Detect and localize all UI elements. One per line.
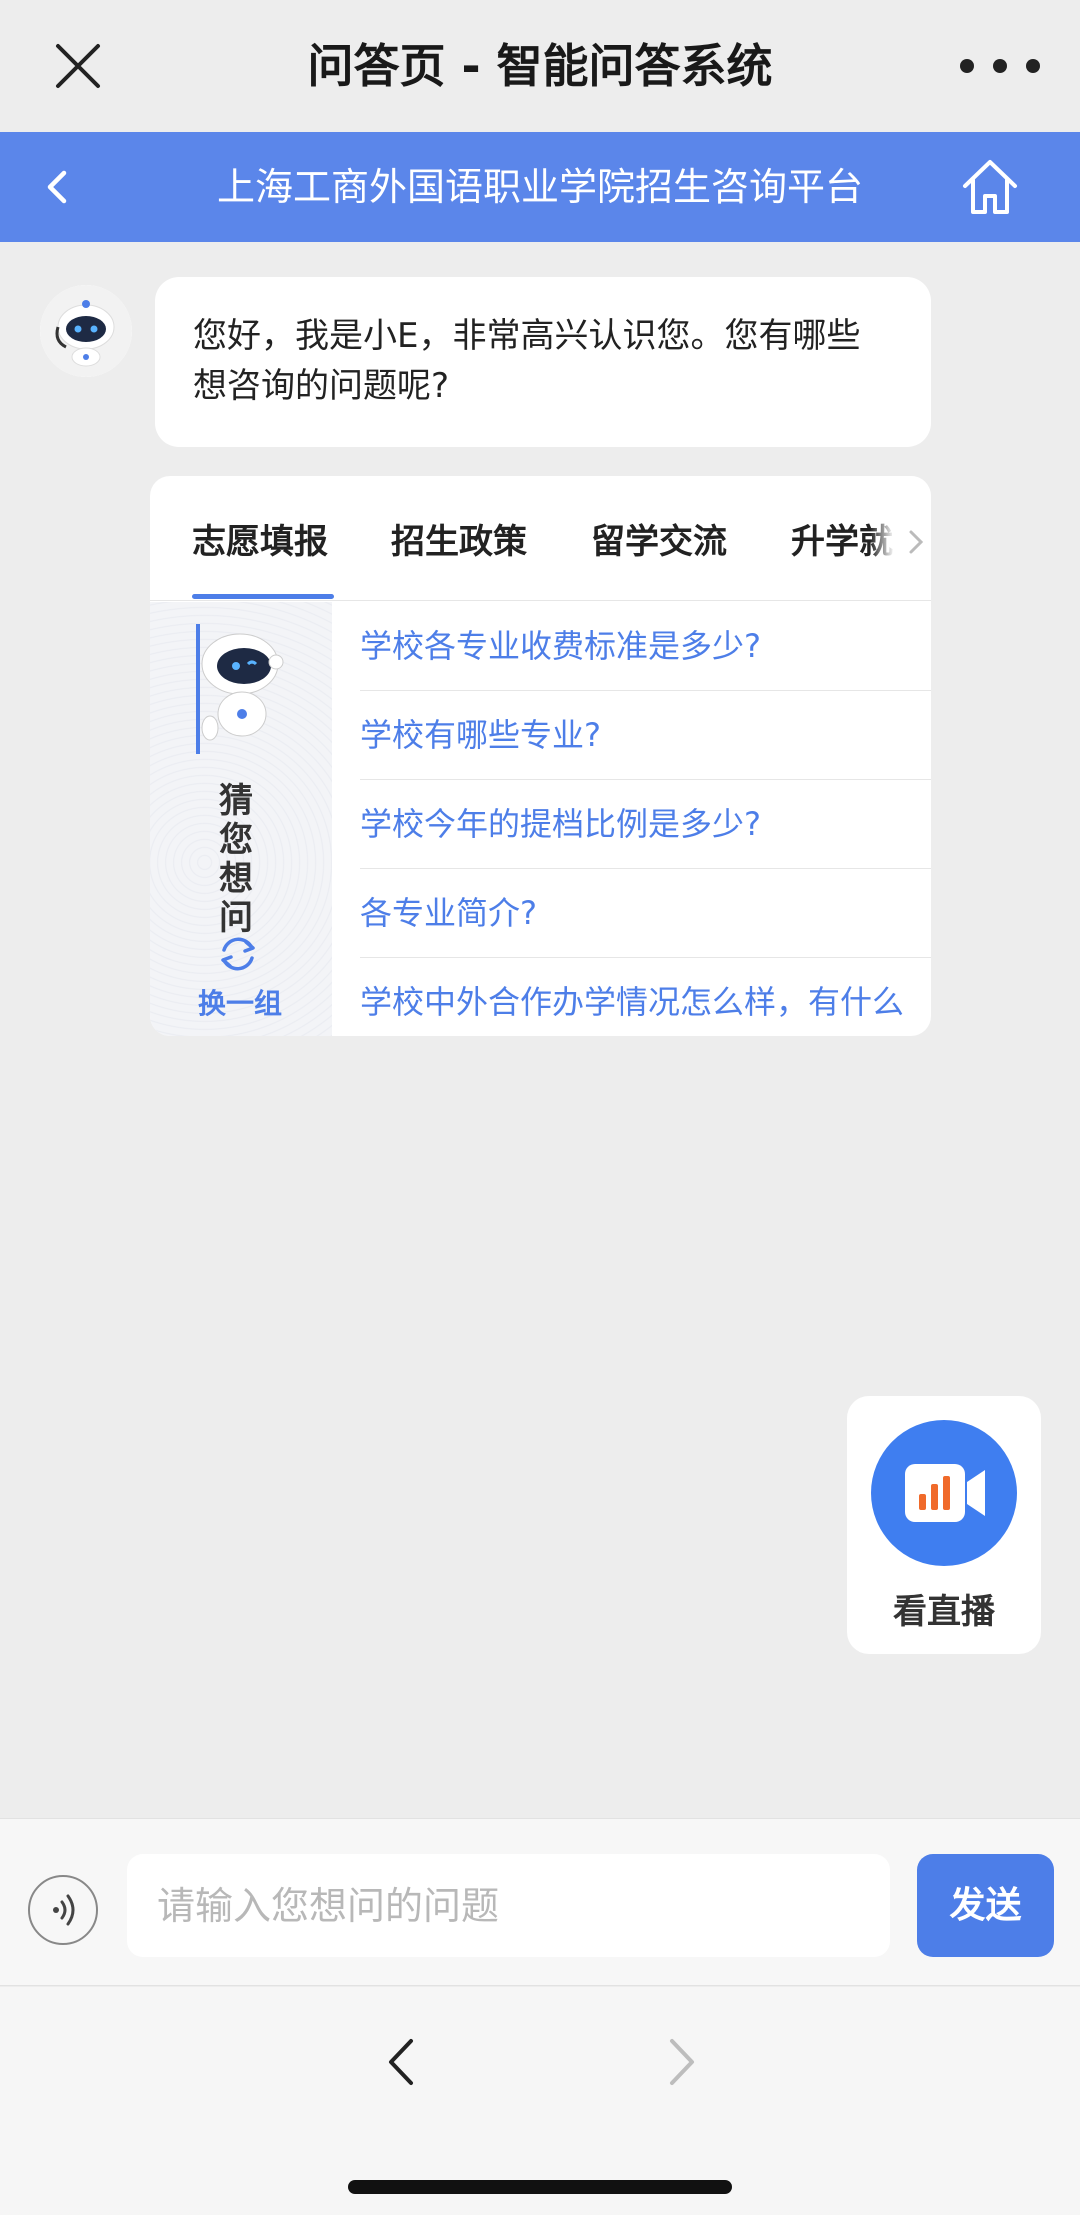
wechat-title-bar: 问答页 - 智能问答系统	[0, 0, 1080, 132]
app-header: 上海工商外国语职业学院招生咨询平台	[0, 132, 1080, 242]
home-icon[interactable]	[955, 152, 1025, 222]
close-icon[interactable]	[48, 36, 108, 96]
category-tabs: 志愿填报 招生政策 留学交流 升学就	[150, 476, 931, 601]
voice-icon[interactable]	[28, 1875, 98, 1945]
question-list: 学校各专业收费标准是多少? 学校有哪些专业? 学校今年的提档比例是多少? 各专业…	[360, 602, 931, 1036]
guess-panel: 猜您想问 换一组	[150, 602, 332, 1036]
chevron-left-icon[interactable]	[30, 157, 90, 217]
guess-label: 猜您想问	[219, 781, 253, 938]
question-item[interactable]: 学校各专业收费标准是多少?	[360, 602, 931, 691]
active-tab-indicator	[192, 594, 334, 599]
page: 问答页 - 智能问答系统 上海工商外国语职业学院招生咨询平台 您好，我是小E，非…	[0, 0, 1080, 2215]
question-input[interactable]	[127, 1854, 890, 1957]
question-item[interactable]: 学校中外合作办学情况怎么样，有什么	[360, 958, 931, 1036]
tab-volunteer[interactable]: 志愿填报	[192, 514, 328, 564]
refresh-icon[interactable]	[216, 932, 260, 976]
tab-admission-policy[interactable]: 招生政策	[391, 514, 527, 564]
question-item[interactable]: 各专业简介?	[360, 869, 931, 958]
input-bar: 发送	[0, 1818, 1080, 1986]
suggestion-card: 志愿填报 招生政策 留学交流 升学就 猜您想问 换一组 学校各专业收费标准是多少…	[150, 476, 931, 1036]
bot-message-bubble: 您好，我是小E，非常高兴认识您。您有哪些想咨询的问题呢?	[155, 277, 931, 447]
bot-avatar	[40, 285, 132, 377]
video-camera-icon	[871, 1420, 1017, 1566]
send-button[interactable]: 发送	[917, 1854, 1054, 1957]
live-stream-button[interactable]: 看直播	[847, 1396, 1041, 1654]
chevron-right-icon[interactable]	[902, 524, 930, 560]
robot-mascot-icon	[190, 622, 300, 752]
nav-back-icon[interactable]	[373, 2027, 433, 2097]
browser-nav-bar	[0, 1987, 1080, 2215]
question-item[interactable]: 学校今年的提档比例是多少?	[360, 780, 931, 869]
more-dots-icon[interactable]	[960, 50, 1040, 82]
refresh-button[interactable]: 换一组	[180, 982, 300, 1022]
live-label: 看直播	[893, 1592, 995, 1632]
question-item[interactable]: 学校有哪些专业?	[360, 691, 931, 780]
page-title: 问答页 - 智能问答系统	[307, 39, 773, 93]
header-title: 上海工商外国语职业学院招生咨询平台	[216, 165, 863, 209]
home-indicator	[348, 2180, 732, 2194]
tab-study-abroad[interactable]: 留学交流	[591, 514, 727, 564]
nav-forward-icon[interactable]	[650, 2027, 710, 2097]
